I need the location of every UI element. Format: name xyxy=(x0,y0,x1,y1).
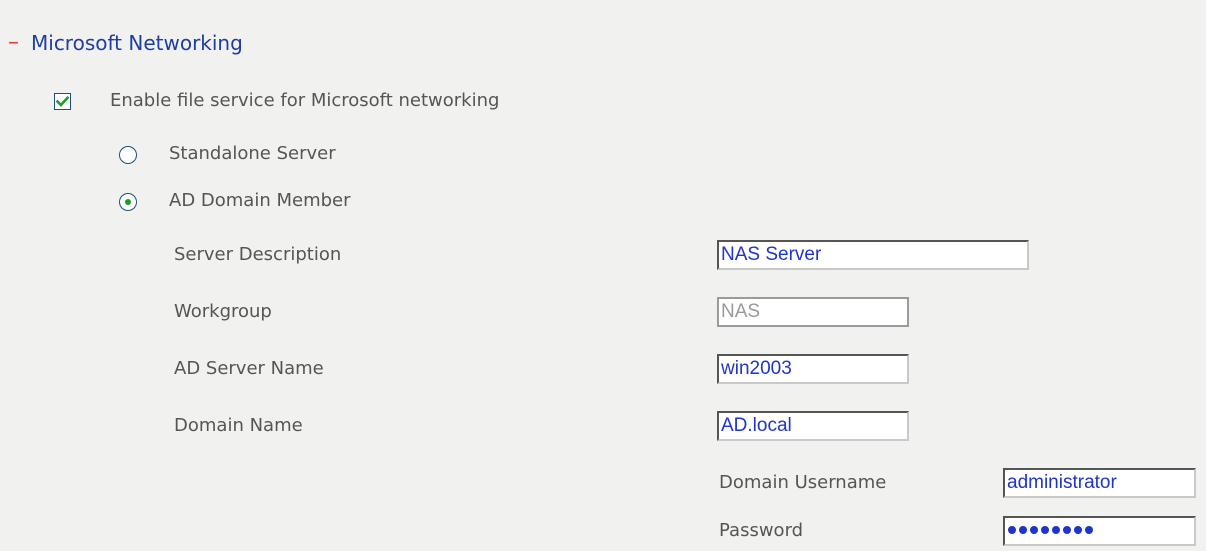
workgroup-label: Workgroup xyxy=(174,301,272,322)
password-input[interactable] xyxy=(1003,516,1196,546)
standalone-server-label[interactable]: Standalone Server xyxy=(169,143,336,164)
enable-file-service-checkbox[interactable] xyxy=(54,93,71,110)
workgroup-input xyxy=(717,297,909,327)
domain-username-input[interactable] xyxy=(1003,468,1196,498)
section-header[interactable]: – Microsoft Networking xyxy=(8,28,243,58)
ad-server-name-input[interactable] xyxy=(717,354,909,384)
enable-file-service-label[interactable]: Enable file service for Microsoft networ… xyxy=(110,90,499,111)
server-description-input[interactable] xyxy=(717,240,1029,270)
domain-username-label: Domain Username xyxy=(719,472,887,493)
section-title: Microsoft Networking xyxy=(31,31,243,55)
server-description-label: Server Description xyxy=(174,244,342,265)
password-label: Password xyxy=(719,520,804,541)
collapse-icon[interactable]: – xyxy=(8,32,19,54)
check-icon xyxy=(56,96,69,107)
domain-name-input[interactable] xyxy=(717,411,909,441)
ad-server-name-label: AD Server Name xyxy=(174,358,324,379)
ad-domain-member-label[interactable]: AD Domain Member xyxy=(169,190,351,211)
domain-name-label: Domain Name xyxy=(174,415,303,436)
ad-domain-member-radio[interactable] xyxy=(119,193,137,211)
radio-selected-dot xyxy=(125,199,131,205)
standalone-server-radio[interactable] xyxy=(119,146,137,164)
microsoft-networking-panel: – Microsoft Networking Enable file servi… xyxy=(0,0,1206,551)
